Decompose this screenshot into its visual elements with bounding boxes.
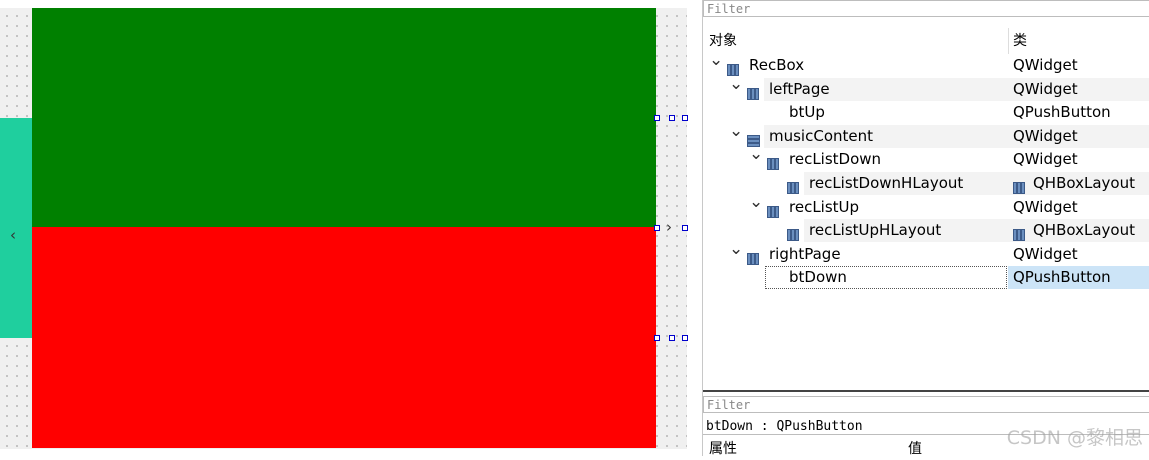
hbox-layout-icon xyxy=(787,225,800,241)
hbox-layout-icon xyxy=(747,249,760,265)
resize-handle[interactable] xyxy=(654,225,660,231)
tree-item-name: musicContent xyxy=(769,127,874,145)
tree-item-class: QHBoxLayout xyxy=(1033,221,1135,239)
tree-item-name: recListUp xyxy=(789,198,860,216)
resize-handle[interactable] xyxy=(682,335,688,341)
hbox-layout-icon xyxy=(747,84,760,100)
tree-item-name: btUp xyxy=(789,103,825,121)
resize-handle[interactable] xyxy=(682,225,688,231)
watermark: CSDN @黎相思 xyxy=(1006,427,1143,449)
tree-item-name: recListDownHLayout xyxy=(809,174,964,192)
header-class[interactable]: 类 xyxy=(1013,28,1027,54)
tree-item-class: QPushButton xyxy=(1013,103,1111,121)
tree-item-class: QWidget xyxy=(1013,150,1078,168)
tree-item-name: rightPage xyxy=(769,245,841,263)
resize-handle[interactable] xyxy=(654,335,660,341)
tree-row[interactable]: ⌄ leftPage QWidget xyxy=(703,74,1149,101)
tree-row[interactable]: btUp QPushButton xyxy=(703,101,1149,124)
tree-row[interactable]: recListUpHLayout QHBoxLayout xyxy=(703,219,1149,242)
hbox-layout-icon xyxy=(1013,225,1026,241)
tree-row[interactable]: recListDownHLayout QHBoxLayout xyxy=(703,172,1149,195)
hbox-layout-icon xyxy=(1013,178,1026,194)
tree-row[interactable]: ⌄ recListDown QWidget xyxy=(703,144,1149,171)
chevron-down-icon[interactable]: ⌄ xyxy=(749,143,763,166)
bt-down-arrow-icon[interactable]: › xyxy=(666,218,672,236)
rec-list-up-widget[interactable] xyxy=(32,8,656,227)
tree-row[interactable]: ⌄ recListUp QWidget xyxy=(703,192,1149,219)
splitter[interactable] xyxy=(703,390,1149,392)
tree-row[interactable]: ⌄ RecBox QWidget xyxy=(703,50,1149,77)
resize-handle[interactable] xyxy=(669,115,675,121)
object-inspector: Filter 对象 类 ⌄ RecBox QWidget ⌄ leftPage QWidg… xyxy=(702,0,1149,457)
tree-item-class: QWidget xyxy=(1013,56,1078,74)
tree-row[interactable]: btDown QPushButton xyxy=(703,266,1149,289)
tree-item-name: btDown xyxy=(789,268,847,286)
tree-row[interactable]: ⌄ rightPage QWidget xyxy=(703,239,1149,266)
tree-item-class: QPushButton xyxy=(1013,268,1111,286)
chevron-down-icon[interactable]: ⌄ xyxy=(729,73,743,96)
hbox-layout-icon xyxy=(787,178,800,194)
tree-item-class: QHBoxLayout xyxy=(1033,174,1135,192)
canvas-top-margin xyxy=(0,0,700,8)
header-property[interactable]: 属性 xyxy=(709,438,737,460)
hbox-layout-icon xyxy=(727,60,740,76)
chevron-down-icon[interactable]: ⌄ xyxy=(709,49,723,72)
resize-handle[interactable] xyxy=(682,115,688,121)
tree-item-class: QWidget xyxy=(1013,245,1078,263)
property-filter-input[interactable]: Filter xyxy=(703,396,1149,413)
tree-row[interactable]: ⌄ musicContent QWidget xyxy=(703,121,1149,148)
tree-item-name: RecBox xyxy=(749,56,805,74)
resize-handle[interactable] xyxy=(654,115,660,121)
bt-up-arrow-icon[interactable]: ‹ xyxy=(10,226,16,244)
vbox-layout-icon xyxy=(747,131,760,147)
designer-canvas[interactable]: ‹ › xyxy=(0,0,700,456)
left-page-widget[interactable] xyxy=(0,118,32,338)
object-filter-input[interactable]: Filter xyxy=(703,0,1149,17)
chevron-down-icon[interactable]: ⌄ xyxy=(749,191,763,214)
hbox-layout-icon xyxy=(767,202,780,218)
tree-item-name: recListUpHLayout xyxy=(809,221,942,239)
resize-handle[interactable] xyxy=(669,335,675,341)
tree-item-name: leftPage xyxy=(769,80,830,98)
header-value[interactable]: 值 xyxy=(908,438,922,460)
rec-list-down-widget[interactable] xyxy=(32,227,656,448)
header-divider xyxy=(1008,28,1009,54)
chevron-down-icon[interactable]: ⌄ xyxy=(729,120,743,143)
tree-item-name: recListDown xyxy=(789,150,882,168)
tree-item-class: QWidget xyxy=(1013,127,1078,145)
tree-item-class: QWidget xyxy=(1013,198,1078,216)
hbox-layout-icon xyxy=(767,154,780,170)
tree-item-class: QWidget xyxy=(1013,80,1078,98)
chevron-down-icon[interactable]: ⌄ xyxy=(729,238,743,261)
